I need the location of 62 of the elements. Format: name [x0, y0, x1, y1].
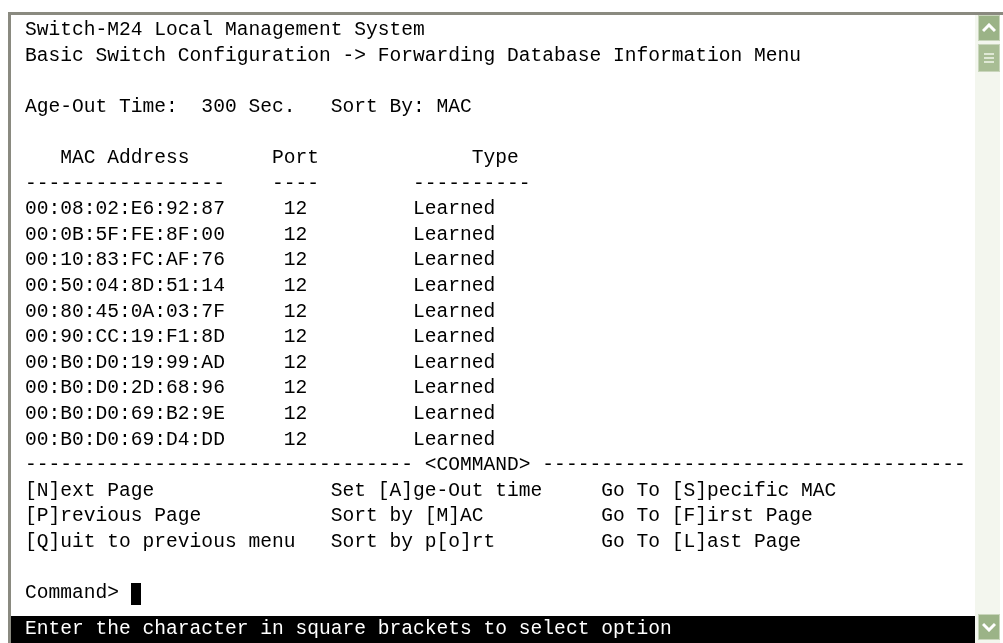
scroll-thumb[interactable] — [978, 44, 1000, 72]
table-cell-text: 00:B0:D0:69:D4:DD — [25, 427, 226, 453]
table-cell: Learned — [413, 325, 496, 351]
table-cell-text: 00:B0:D0:19:99:AD — [25, 350, 226, 376]
chevron-up-icon — [982, 23, 996, 33]
grip-icon — [983, 52, 995, 64]
table-cell: Learned — [413, 248, 496, 274]
table-cell-text: Learned — [413, 427, 496, 453]
header-text: Switch-M24 Local Management System — [25, 18, 425, 43]
table-cell-text: 12 — [283, 197, 309, 223]
scrollbar[interactable] — [975, 15, 1000, 643]
column-header: Type — [470, 145, 520, 171]
table-cell-text: 00:80:45:0A:03:7F — [25, 299, 226, 325]
table-cell-text: Learned — [413, 401, 496, 427]
scroll-up-button[interactable] — [978, 15, 1000, 41]
table-cell-text: Learned — [413, 273, 496, 299]
header-text: Basic Switch Configuration -> Forwarding Database Information Menu — [25, 43, 802, 69]
table-cell-text: 12 — [283, 376, 309, 402]
menu-option: Go To [L]ast Page — [601, 529, 802, 556]
table-cell-text: 00:08:02:E6:92:87 — [25, 197, 226, 223]
menu-option: [P]revious Page — [25, 504, 331, 530]
command-prompt: Command> — [25, 581, 120, 607]
section-label: <COMMAND> — [424, 453, 531, 479]
table-cell-text: 12 — [283, 248, 309, 274]
menu-option: Sort by [M]AC — [330, 504, 602, 530]
column-underline: ----------------- — [25, 171, 226, 197]
column-underline: ---------- — [413, 171, 532, 197]
table-cell: Learned — [413, 197, 496, 223]
age-out-time: Age-Out Time: 300 Sec. — [25, 94, 297, 120]
scroll-down-button[interactable] — [978, 614, 1000, 640]
rule-dashes: --------------------------------- — [25, 453, 414, 479]
table-cell-text: 12 — [283, 350, 309, 376]
menu-option: Go To [S]pecific MAC — [601, 478, 837, 505]
table-cell-text: 12 — [283, 273, 309, 299]
table-cell-text: 00:10:83:FC:AF:76 — [25, 248, 226, 274]
rule-dashes: ------------------------------------ — [542, 453, 966, 479]
sort-by-text: Sort By: MAC — [330, 94, 472, 120]
table-cell-text: 00:0B:5F:FE:8F:00 — [25, 222, 226, 248]
menu-option: Sort by p[o]rt — [330, 529, 602, 556]
chevron-down-icon — [982, 622, 996, 632]
table-cell-text: 12 — [283, 427, 309, 453]
table-cell-text: 12 — [283, 325, 309, 351]
column-underline: ---- — [271, 171, 320, 197]
status-bar: Enter the character in square brackets to select option — [11, 616, 975, 643]
menu-option: [Q]uit to previous menu — [25, 529, 331, 556]
column-header: Port — [271, 145, 320, 171]
table-cell-text: 12 — [283, 401, 309, 427]
menu-option: [N]ext Page — [25, 478, 331, 505]
table-cell-text: 00:B0:D0:69:B2:9E — [25, 401, 226, 427]
menu-option: Go To [F]irst Page — [601, 504, 813, 530]
table-cell-text: 12 — [283, 222, 309, 248]
column-header: MAC Address — [59, 145, 191, 171]
table-cell-text: 00:50:04:8D:51:14 — [25, 273, 226, 299]
table-cell-text: 12 — [283, 299, 309, 325]
table-cell-text: 00:B0:D0:2D:68:96 — [25, 376, 226, 402]
table-cell-text: 00:90:CC:19:F1:8D — [25, 325, 226, 351]
text-cursor — [130, 582, 141, 605]
table-cell-text: Learned — [413, 299, 496, 325]
table-cell-text: Learned — [413, 222, 496, 248]
menu-option: Set [A]ge-Out time — [330, 478, 602, 505]
table-cell: Learned — [413, 376, 496, 402]
table-cell-text: Learned — [413, 350, 496, 376]
